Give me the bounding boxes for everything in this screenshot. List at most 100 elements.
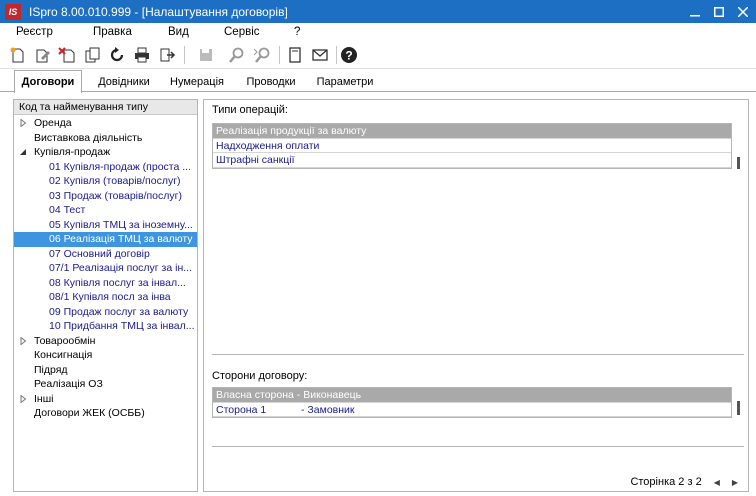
tree-item[interactable]: 03 Продаж (товарів/послуг) bbox=[14, 189, 197, 204]
menu-view[interactable]: Вид bbox=[168, 26, 189, 38]
note-button[interactable] bbox=[284, 44, 306, 66]
tree-item-label: 10 Придбання ТМЦ за інвал... bbox=[49, 320, 195, 332]
new-doc-button[interactable] bbox=[6, 44, 28, 66]
parties-scrollbar[interactable] bbox=[737, 401, 740, 415]
collapsed-arrow-icon[interactable] bbox=[19, 336, 27, 345]
next-page-icon[interactable]: ▶ bbox=[732, 478, 738, 487]
parties-list[interactable]: Власна сторона - Виконавець Сторона 1 - З… bbox=[212, 387, 744, 447]
expanded-arrow-icon[interactable] bbox=[19, 148, 27, 156]
refresh-button[interactable] bbox=[106, 44, 128, 66]
tree-item-label: 07/1 Реалізація послуг за ін... bbox=[49, 262, 192, 274]
tree-item[interactable]: 06 Реалізація ТМЦ за валюту bbox=[14, 232, 197, 247]
menu-bar: Реєстр Правка Вид Сервіс ? bbox=[0, 23, 756, 41]
tree-item[interactable]: 01 Купівля-продаж (проста ... bbox=[14, 160, 197, 175]
tree-item[interactable]: Консигнація bbox=[14, 348, 197, 363]
tree-item-label: Реалізація ОЗ bbox=[34, 378, 103, 390]
tree-item-label: Договори ЖЕК (ОСББ) bbox=[34, 407, 145, 419]
contract-type-tree[interactable]: Код та найменування типу Оренда Виставков… bbox=[13, 99, 198, 492]
find-next-button[interactable] bbox=[251, 44, 273, 66]
toolbar: ? bbox=[0, 41, 756, 69]
tree-item[interactable]: Товарообмін bbox=[14, 334, 197, 349]
operation-row[interactable]: Надходження оплати bbox=[213, 139, 731, 153]
title-bar: IS ISpro 8.00.010.999 - [Налаштування до… bbox=[0, 0, 756, 23]
tree-item-label: 05 Купівля ТМЦ за іноземну... bbox=[49, 218, 193, 231]
party-row[interactable]: Сторона 1 - Замовник bbox=[213, 403, 731, 417]
print-button[interactable] bbox=[131, 44, 153, 66]
tree-item[interactable]: 09 Продаж послуг за валюту bbox=[14, 305, 197, 320]
tree-item[interactable]: 05 Купівля ТМЦ за іноземну... bbox=[14, 218, 197, 233]
tree-item-label: 09 Продаж послуг за валюту bbox=[49, 305, 189, 318]
maximize-button[interactable] bbox=[708, 0, 730, 23]
operations-scrollbar[interactable] bbox=[737, 157, 740, 169]
tree-item-label: Підряд bbox=[34, 363, 68, 376]
tab-strip: Договори Довідники Нумерація Проводки Па… bbox=[0, 70, 756, 93]
export-icon bbox=[160, 48, 176, 62]
collapsed-arrow-icon[interactable] bbox=[19, 394, 27, 403]
edit-icon bbox=[36, 49, 50, 63]
operation-row[interactable]: Реалізація продукції за валюту bbox=[213, 124, 731, 139]
tree-item[interactable]: 07 Основний договір bbox=[14, 247, 197, 262]
party-name: Власна сторона bbox=[216, 389, 294, 401]
print-icon bbox=[135, 47, 149, 63]
prev-page-icon[interactable]: ◀ bbox=[714, 478, 720, 487]
menu-edit[interactable]: Правка bbox=[93, 26, 132, 38]
minimize-button[interactable] bbox=[684, 0, 706, 23]
tree-item-label: 08 Купівля послуг за інвал... bbox=[49, 276, 186, 289]
tree-item[interactable]: 10 Придбання ТМЦ за інвал... bbox=[14, 319, 197, 334]
app-logo: IS bbox=[5, 3, 21, 20]
export-button[interactable] bbox=[156, 44, 178, 66]
tree-item-label: Консигнація bbox=[34, 349, 93, 361]
help-button[interactable]: ? bbox=[338, 44, 360, 66]
tree-item[interactable]: 08/1 Купівля посл за інва bbox=[14, 290, 197, 305]
note-icon bbox=[289, 47, 301, 63]
operation-row[interactable]: Штрафні санкції bbox=[213, 153, 731, 168]
tab-parameters[interactable]: Параметри bbox=[312, 72, 378, 92]
svg-text:?: ? bbox=[345, 49, 352, 63]
details-panel: Типи операцій: Реалізація продукції за в… bbox=[203, 99, 749, 492]
find-button[interactable] bbox=[226, 44, 248, 66]
tree-item-label: Купівля-продаж bbox=[34, 146, 111, 158]
tree-item-label: 06 Реалізація ТМЦ за валюту bbox=[49, 233, 193, 245]
tab-numbering[interactable]: Нумерація bbox=[166, 72, 228, 92]
delete-icon bbox=[58, 47, 75, 63]
tree-item[interactable]: Купівля-продаж bbox=[14, 145, 197, 160]
tree-item[interactable]: 04 Тест bbox=[14, 203, 197, 218]
tab-directories[interactable]: Довідники bbox=[94, 72, 154, 92]
new-doc-icon bbox=[10, 47, 24, 63]
toolbar-separator bbox=[184, 46, 185, 64]
tab-postings[interactable]: Проводки bbox=[240, 72, 302, 92]
refresh-icon bbox=[110, 47, 124, 62]
tab-contracts[interactable]: Договори bbox=[14, 70, 82, 93]
close-icon bbox=[738, 6, 748, 17]
menu-service[interactable]: Сервіс bbox=[224, 26, 260, 38]
party-row[interactable]: Власна сторона - Виконавець bbox=[213, 388, 731, 403]
tree-item[interactable]: Виставкова діяльність bbox=[14, 131, 197, 146]
mail-icon bbox=[312, 49, 328, 61]
section-divider bbox=[212, 446, 744, 447]
tree-item-label: 08/1 Купівля посл за інва bbox=[49, 291, 171, 303]
mail-button[interactable] bbox=[309, 44, 331, 66]
tree-item-label: Оренда bbox=[34, 117, 72, 129]
delete-button[interactable] bbox=[56, 44, 78, 66]
collapsed-arrow-icon[interactable] bbox=[19, 119, 27, 127]
copy-icon bbox=[85, 47, 100, 63]
close-button[interactable] bbox=[732, 0, 754, 23]
save-icon bbox=[200, 49, 212, 61]
menu-registry[interactable]: Реєстр bbox=[16, 26, 53, 38]
tree-item[interactable]: 08 Купівля послуг за інвал... bbox=[14, 276, 197, 291]
menu-help[interactable]: ? bbox=[294, 26, 300, 38]
tree-item[interactable]: 02 Купівля (товарів/послуг) bbox=[14, 174, 197, 189]
save-button[interactable] bbox=[195, 44, 217, 66]
tree-item[interactable]: Договори ЖЕК (ОСББ) bbox=[14, 406, 197, 421]
page-indicator: Сторінка 2 з 2 bbox=[630, 476, 702, 488]
tree-item[interactable]: Підряд bbox=[14, 363, 197, 378]
edit-button[interactable] bbox=[31, 44, 53, 66]
tree-item[interactable]: Інші bbox=[14, 392, 197, 407]
minimize-icon bbox=[690, 14, 700, 16]
tree-item[interactable]: Оренда bbox=[14, 116, 197, 131]
tree-item-label: 02 Купівля (товарів/послуг) bbox=[49, 175, 181, 187]
pager: Сторінка 2 з 2 ◀ ▶ bbox=[630, 476, 738, 488]
copy-button[interactable] bbox=[81, 44, 103, 66]
tree-item[interactable]: Реалізація ОЗ bbox=[14, 377, 197, 392]
tree-item[interactable]: 07/1 Реалізація послуг за ін... bbox=[14, 261, 197, 276]
